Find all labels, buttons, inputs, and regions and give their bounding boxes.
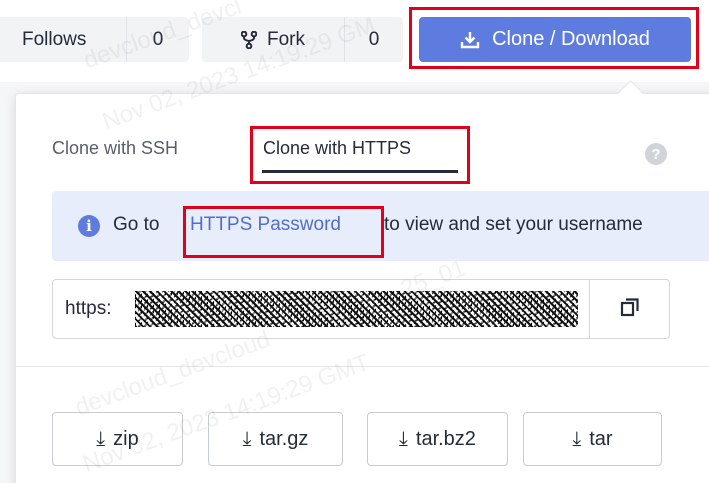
download-tar-button[interactable]: ⤓ tar <box>523 412 662 466</box>
clone-download-page: Follows 0 Fork 0 Clone / Download Clone … <box>0 0 709 483</box>
fork-pill[interactable]: Fork 0 <box>202 17 403 62</box>
fork-icon <box>241 30 257 49</box>
url-redaction-mask <box>135 291 578 327</box>
download-arrow-icon: ⤓ <box>242 427 252 450</box>
download-targz-button[interactable]: ⤓ tar.gz <box>208 412 343 466</box>
download-zip-label: zip <box>113 427 139 450</box>
tab-clone-ssh[interactable]: Clone with SSH <box>52 138 178 159</box>
info-icon: i <box>78 215 100 237</box>
fork-label: Fork <box>267 28 305 50</box>
download-arrow-icon: ⤓ <box>572 427 582 450</box>
highlight-box-clone <box>409 7 699 69</box>
download-tarbz2-label: tar.bz2 <box>415 427 476 450</box>
download-zip-button[interactable]: ⤓ zip <box>52 412 183 466</box>
fork-button[interactable]: Fork <box>202 17 344 62</box>
follows-label: Follows <box>22 28 87 50</box>
info-prefix: Go to <box>113 214 160 235</box>
download-arrow-icon: ⤓ <box>96 427 106 450</box>
copy-url-button[interactable] <box>589 279 670 339</box>
highlight-box-https-tab <box>250 126 470 184</box>
help-icon[interactable]: ? <box>645 143 667 165</box>
fork-count: 0 <box>344 17 403 62</box>
panel-divider <box>16 366 709 367</box>
download-arrow-icon: ⤓ <box>399 427 408 450</box>
download-tarbz2-button[interactable]: ⤓ tar.bz2 <box>367 412 508 466</box>
clone-url-value: https: <box>65 298 112 319</box>
follows-pill[interactable]: Follows 0 <box>0 17 189 62</box>
info-suffix: to view and set your username <box>384 214 643 235</box>
repo-toolbar: Follows 0 Fork 0 Clone / Download <box>0 0 709 82</box>
copy-icon <box>620 297 640 322</box>
download-tar-label: tar <box>589 427 613 450</box>
follows-count: 0 <box>126 17 189 62</box>
download-targz-label: tar.gz <box>259 427 309 450</box>
highlight-box-https-password <box>183 206 384 258</box>
